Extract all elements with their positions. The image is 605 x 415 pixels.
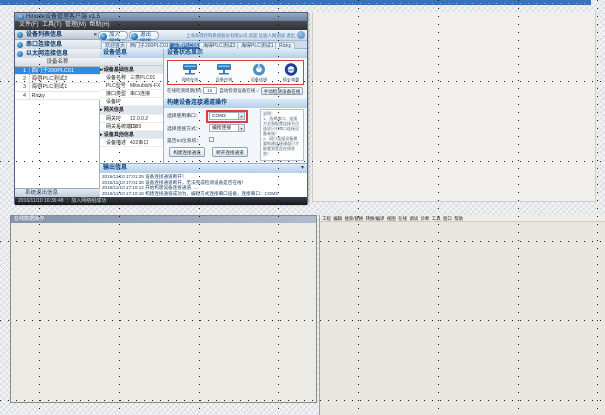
svg-text:100%: 100% bbox=[287, 68, 295, 72]
